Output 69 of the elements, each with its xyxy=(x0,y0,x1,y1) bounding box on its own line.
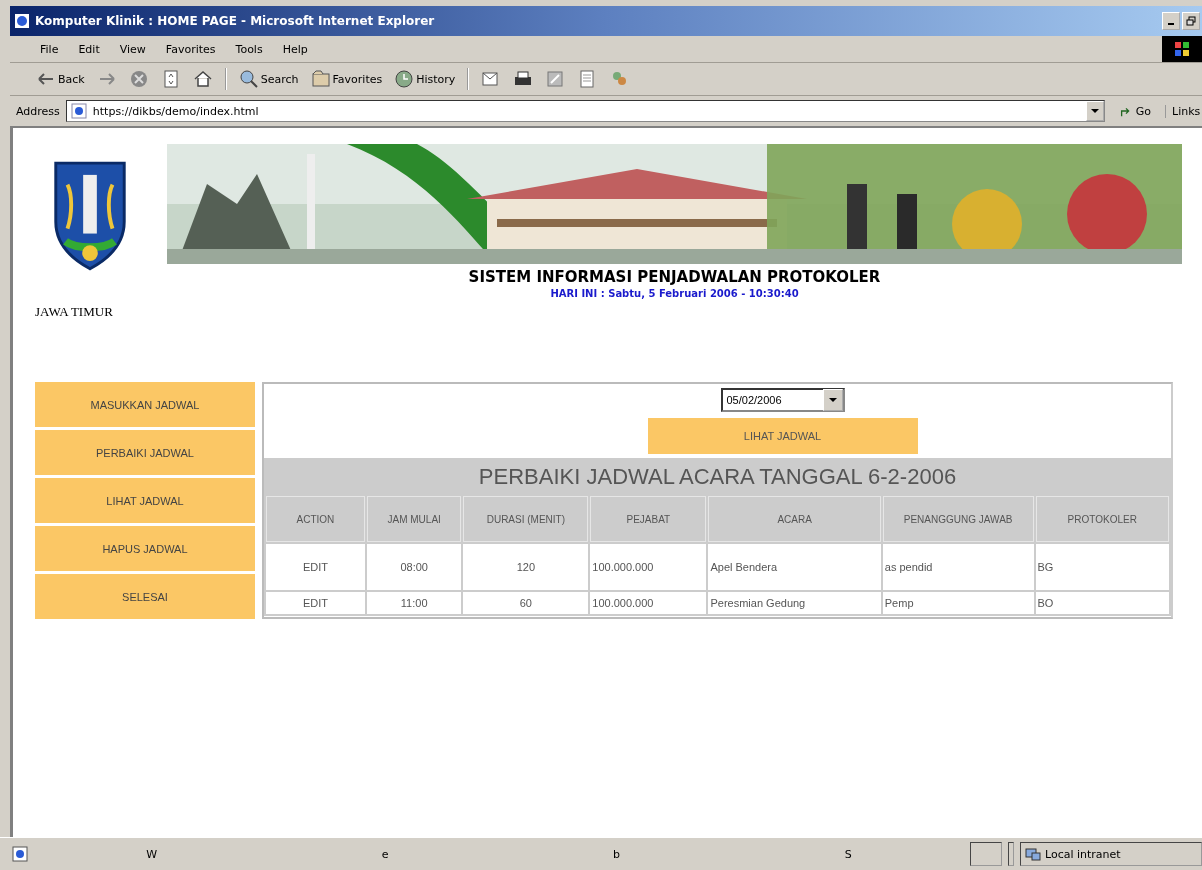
minimize-button[interactable] xyxy=(1162,12,1180,30)
address-field[interactable]: https://dikbs/demo/index.html xyxy=(65,100,1105,122)
restore-button[interactable] xyxy=(1182,12,1200,30)
page-icon xyxy=(70,103,87,119)
table-cell: 100.000.000 xyxy=(590,544,707,590)
status-text: e xyxy=(381,847,389,861)
menu-item[interactable]: File xyxy=(40,42,59,56)
search-button[interactable]: Search xyxy=(234,67,303,91)
edit-link[interactable]: EDIT xyxy=(302,561,328,573)
system-title: SISTEM INFORMASI PENJADWALAN PROTOKOLER xyxy=(468,268,881,286)
column-header: ACTION xyxy=(266,496,365,542)
page-icon xyxy=(12,846,28,862)
table-cell: Peresmian Gedung xyxy=(708,592,881,614)
menu-item[interactable]: Help xyxy=(282,42,308,56)
menu-item[interactable]: Favorites xyxy=(165,42,216,56)
clock-icon xyxy=(394,69,415,89)
favorites-button[interactable]: Favorites xyxy=(306,67,387,91)
nav-button[interactable]: MASUKKAN JADWAL xyxy=(35,382,255,427)
back-button[interactable]: Back xyxy=(32,67,89,91)
table-cell: as pendid xyxy=(882,544,1034,590)
column-header: PENANGGUNG JAWAB xyxy=(882,496,1034,542)
table-cell: 100.000.000 xyxy=(590,592,707,614)
menu-item[interactable]: Edit xyxy=(78,42,100,56)
table-cell: Pemp xyxy=(882,592,1034,614)
status-text: S xyxy=(844,847,852,861)
column-header: PEJABAT xyxy=(590,496,707,542)
minimize-icon xyxy=(1168,23,1174,25)
table-cell: 11:00 xyxy=(366,592,462,614)
edit-icon xyxy=(545,69,566,89)
table-cell: 08:00 xyxy=(366,544,462,590)
date-select[interactable]: 05/02/2006 xyxy=(720,388,845,412)
intranet-icon xyxy=(1025,846,1041,862)
column-header: PROTOKOLER xyxy=(1035,496,1169,542)
column-header: JAM MULAI xyxy=(366,496,462,542)
table-heading: PERBAIKI JADWAL ACARA TANGGAL 6-2-2006 xyxy=(264,458,1171,494)
zone-label: Local intranet xyxy=(1045,847,1121,861)
folder-icon xyxy=(310,69,331,89)
windows-logo xyxy=(1162,36,1202,62)
edit-link[interactable]: EDIT xyxy=(302,597,328,609)
status-text: W xyxy=(146,847,158,861)
table-cell: BG xyxy=(1035,544,1169,590)
restore-icon xyxy=(1186,16,1196,26)
status-panel xyxy=(1008,842,1014,866)
table-cell: 120 xyxy=(463,544,589,590)
stop-icon xyxy=(128,69,149,89)
nav-button[interactable]: SELESAI xyxy=(35,574,255,619)
column-header: DURASI (MENIT) xyxy=(463,496,589,542)
menu-item[interactable]: View xyxy=(119,42,146,56)
nav-button[interactable]: LIHAT JADWAL xyxy=(35,478,255,523)
nav-button[interactable]: HAPUS JADWAL xyxy=(35,526,255,571)
region-caption: JAWA TIMUR xyxy=(35,304,113,320)
history-button[interactable]: History xyxy=(390,67,460,91)
date-line: HARI INI : Sabtu, 5 Februari 2006 - 10:30:40 xyxy=(550,288,799,299)
window-title: Komputer Klinik : HOME PAGE - Microsoft Internet Explorer xyxy=(35,14,435,28)
menu-item[interactable]: Tools xyxy=(235,42,263,56)
table-cell: 60 xyxy=(463,592,589,614)
status-text: b xyxy=(613,847,621,861)
home-icon xyxy=(192,69,213,89)
address-label: Address xyxy=(16,104,60,118)
browser-icon xyxy=(14,13,30,29)
table-cell: BO xyxy=(1035,592,1169,614)
column-header: ACARA xyxy=(708,496,881,542)
status-panel xyxy=(970,842,1002,866)
search-icon xyxy=(238,69,259,89)
go-button[interactable]: Go xyxy=(1110,104,1159,118)
nav-button[interactable]: PERBAIKI JADWAL xyxy=(35,430,255,475)
table-cell: Apel Bendera xyxy=(708,544,881,590)
links-button[interactable]: Links xyxy=(1165,104,1202,118)
view-schedule-button[interactable]: LIHAT JADWAL xyxy=(647,418,918,454)
